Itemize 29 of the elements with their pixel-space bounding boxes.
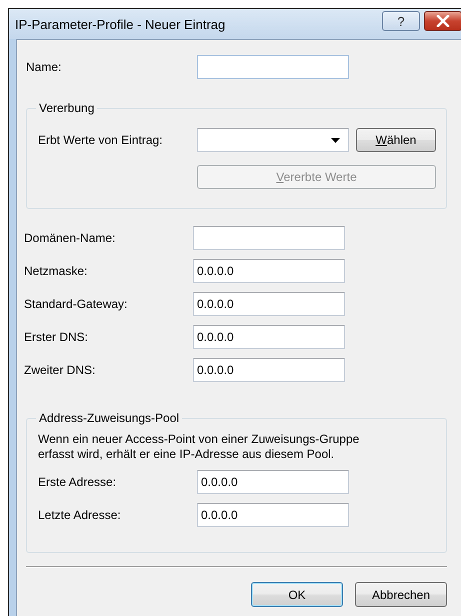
field-label: Erbt Werte von Eintrag: xyxy=(38,133,164,147)
field-label: Erster DNS: xyxy=(24,330,90,344)
field-label: Name: xyxy=(26,60,62,74)
group-legend: Vererbung xyxy=(36,101,98,115)
field-label: Zweiter DNS: xyxy=(24,363,96,377)
window-title: IP-Parameter-Profile - Neuer Eintrag xyxy=(15,16,226,32)
text-field[interactable]: 0.0.0.0 xyxy=(193,292,345,316)
text-field[interactable]: 0.0.0.0 xyxy=(197,503,349,527)
text-field[interactable]: 0.0.0.0 xyxy=(193,358,345,382)
close-button[interactable] xyxy=(424,11,461,31)
field-label: Erste Adresse: xyxy=(38,475,118,489)
text-field[interactable]: 0.0.0.0 xyxy=(193,325,345,349)
dialog-button[interactable]: Abbrechen xyxy=(355,582,447,607)
description-text: Wenn ein neuer Access-Point von einer Zuweisungs-Gruppe erfasst wird, erhält er eine IP-Adresse aus diesem Pool. xyxy=(38,432,360,462)
text-field[interactable] xyxy=(193,226,345,250)
field-label: Netzmaske: xyxy=(24,264,88,278)
close-icon xyxy=(436,15,450,27)
field-label: Standard-Gateway: xyxy=(24,297,128,311)
choose-button[interactable]: Wählen xyxy=(356,128,436,152)
help-button[interactable]: ? xyxy=(382,11,420,31)
dropdown-arrow-icon xyxy=(331,138,340,142)
text-field[interactable]: 0.0.0.0 xyxy=(193,259,345,283)
name-field[interactable] xyxy=(197,55,349,79)
field-label: Letzte Adresse: xyxy=(38,508,122,522)
dialog-button[interactable]: OK xyxy=(251,582,343,607)
field-label: Domänen-Name: xyxy=(24,231,116,245)
group-legend: Address-Zuweisungs-Pool xyxy=(36,411,182,425)
text-field[interactable]: 0.0.0.0 xyxy=(197,470,349,494)
entry-dropdown[interactable] xyxy=(197,128,349,152)
